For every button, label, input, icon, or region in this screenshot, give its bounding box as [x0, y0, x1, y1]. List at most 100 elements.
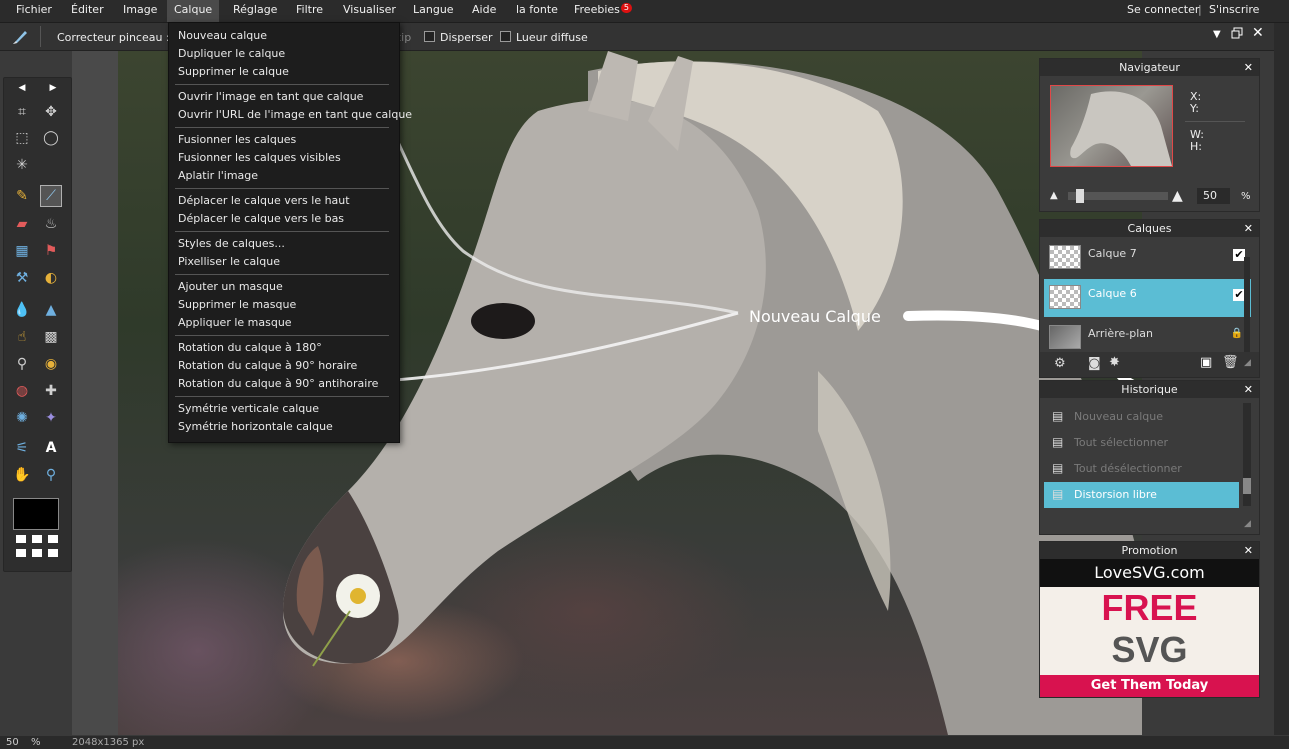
menu-aide[interactable]: Aide — [472, 3, 496, 16]
menu-calque[interactable]: Calque — [167, 0, 220, 22]
history-item-selected[interactable]: ▤ Distorsion libre — [1044, 482, 1239, 508]
menu-fichier[interactable]: Fichier — [16, 3, 52, 16]
menu-item-appliquer-masque[interactable]: Appliquer le masque — [178, 316, 292, 329]
history-item[interactable]: ▤ Tout désélectionner — [1044, 456, 1239, 482]
menu-image[interactable]: Image — [123, 3, 157, 16]
type-icon[interactable]: A — [41, 438, 61, 458]
menu-item-ouvrir-url[interactable]: Ouvrir l'URL de l'image en tant que calq… — [178, 108, 412, 121]
paint-bucket-icon[interactable]: ♨ — [41, 214, 61, 234]
window-scrollbar[interactable] — [1274, 23, 1289, 735]
pencil-icon[interactable]: ✎ — [12, 186, 32, 206]
login-link[interactable]: Se connecter — [1127, 3, 1199, 16]
menu-visualiser[interactable]: Visualiser — [343, 3, 396, 16]
menu-reglage[interactable]: Réglage — [233, 3, 277, 16]
menu-item-fusionner[interactable]: Fusionner les calques — [178, 133, 296, 146]
crop-icon[interactable]: ⌗ — [12, 102, 32, 122]
menu-item-symetrie-verticale[interactable]: Symétrie verticale calque — [178, 402, 319, 415]
blur-icon[interactable]: 💧 — [12, 300, 32, 320]
color-picker-icon[interactable]: ⚟ — [12, 438, 32, 458]
new-layer-icon[interactable]: ▣ — [1200, 355, 1212, 370]
restore-window-icon[interactable] — [1231, 27, 1243, 39]
history-scrollbar[interactable] — [1243, 403, 1251, 506]
spot-heal-icon[interactable]: ✚ — [41, 381, 61, 401]
menu-item-ouvrir-image[interactable]: Ouvrir l'image en tant que calque — [178, 90, 363, 103]
delete-layer-icon[interactable]: 🗑 — [1222, 355, 1239, 370]
smudge-icon[interactable]: ☝ — [12, 327, 32, 347]
toolbox-expand-right-icon[interactable]: ▶ — [43, 78, 63, 98]
promo-banner[interactable]: FREE SVG — [1040, 587, 1259, 675]
menu-item-deplacer-haut[interactable]: Déplacer le calque vers le haut — [178, 194, 350, 207]
menu-la-fonte[interactable]: la fonte — [516, 3, 558, 16]
menu-item-symetrie-horizontale[interactable]: Symétrie horizontale calque — [178, 420, 333, 433]
menu-editer[interactable]: Éditer — [71, 3, 104, 16]
layer-row[interactable]: Calque 7 ✔ — [1044, 239, 1251, 277]
menu-item-fusionner-visibles[interactable]: Fusionner les calques visibles — [178, 151, 341, 164]
menu-filtre[interactable]: Filtre — [296, 3, 323, 16]
menu-item-rotation-180[interactable]: Rotation du calque à 180° — [178, 341, 322, 354]
sharpen-icon[interactable]: ▲ — [41, 300, 61, 320]
chevron-down-icon[interactable]: ▼ — [1213, 29, 1221, 40]
move-icon[interactable]: ✥ — [41, 102, 61, 122]
close-icon[interactable]: ✕ — [1244, 381, 1253, 398]
menu-item-supprimer-masque[interactable]: Supprimer le masque — [178, 298, 296, 311]
signup-link[interactable]: S'inscrire — [1209, 3, 1259, 16]
navigator-thumbnail[interactable] — [1050, 85, 1173, 167]
swap-colors-icon[interactable] — [16, 535, 62, 563]
brush-icon[interactable]: ⟋ — [40, 185, 62, 207]
menu-item-ajouter-masque[interactable]: Ajouter un masque — [178, 280, 283, 293]
close-icon[interactable]: ✕ — [1244, 542, 1253, 559]
resize-handle-icon[interactable]: ◢ — [1244, 519, 1251, 529]
resize-handle-icon[interactable]: ◢ — [1244, 358, 1251, 368]
toolbox-collapse-left-icon[interactable]: ◀ — [12, 78, 32, 98]
red-eye-icon[interactable]: ◍ — [12, 381, 32, 401]
scatter-checkbox[interactable] — [424, 31, 435, 42]
menu-item-rotation-90-antihoraire[interactable]: Rotation du calque à 90° antihoraire — [178, 377, 378, 390]
marquee-icon[interactable]: ⬚ — [12, 128, 32, 148]
history-item[interactable]: ▤ Tout sélectionner — [1044, 430, 1239, 456]
menu-item-deplacer-bas[interactable]: Déplacer le calque vers le bas — [178, 212, 344, 225]
menu-langue[interactable]: Langue — [413, 3, 454, 16]
menu-item-supprimer[interactable]: Supprimer le calque — [178, 65, 289, 78]
bloat-icon[interactable]: ✺ — [12, 408, 32, 428]
menu-item-rotation-90-horaire[interactable]: Rotation du calque à 90° horaire — [178, 359, 357, 372]
zoom-out-icon[interactable]: ▲ — [1050, 190, 1058, 201]
layer-row-selected[interactable]: Calque 6 ✔ — [1044, 279, 1251, 317]
menu-item-pixelliser[interactable]: Pixelliser le calque — [178, 255, 280, 268]
dodge-icon[interactable]: ⚲ — [12, 354, 32, 374]
burn-icon[interactable]: ◉ — [41, 354, 61, 374]
layer-settings-icon[interactable]: ⚙ — [1054, 356, 1066, 371]
foreground-color-swatch[interactable] — [13, 498, 59, 530]
glow-checkbox[interactable] — [500, 31, 511, 42]
close-icon[interactable]: ✕ — [1244, 59, 1253, 76]
status-zoom[interactable]: 50 — [6, 737, 19, 748]
promo-cta-button[interactable]: Get Them Today — [1040, 675, 1259, 697]
zoom-in-icon[interactable]: ▲ — [1172, 188, 1183, 204]
layer-mask-icon[interactable]: ◙ — [1088, 356, 1101, 371]
close-icon[interactable]: ✕ — [1252, 25, 1264, 41]
menu-item-dupliquer[interactable]: Dupliquer le calque — [178, 47, 285, 60]
menu-item-aplatir[interactable]: Aplatir l'image — [178, 169, 258, 182]
hand-icon[interactable]: ✋ — [12, 465, 32, 485]
lasso-icon[interactable]: ◯ — [41, 128, 61, 148]
history-item[interactable]: ▤ Nouveau calque — [1044, 404, 1239, 430]
color-replace-icon[interactable]: ⚒ — [12, 268, 32, 288]
zoom-slider[interactable] — [1068, 189, 1168, 203]
shape-icon[interactable]: ◐ — [41, 268, 61, 288]
layers-scrollbar[interactable] — [1244, 257, 1250, 352]
history-scrollbar-thumb[interactable] — [1243, 478, 1251, 494]
magic-wand-icon[interactable]: ✳ — [12, 155, 32, 175]
menu-freebies[interactable]: Freebies 5 — [574, 3, 632, 16]
clone-stamp-icon[interactable]: ⚑ — [41, 241, 61, 261]
sponge-icon[interactable]: ▩ — [41, 327, 61, 347]
zoom-icon[interactable]: ⚲ — [41, 465, 61, 485]
zoom-slider-thumb[interactable] — [1076, 189, 1084, 203]
menu-item-styles[interactable]: Styles de calques... — [178, 237, 285, 250]
eraser-icon[interactable]: ▰ — [12, 214, 32, 234]
menu-item-nouveau-calque[interactable]: Nouveau calque — [178, 29, 267, 42]
layer-style-icon[interactable]: ✸ — [1109, 355, 1120, 370]
close-icon[interactable]: ✕ — [1244, 220, 1253, 237]
zoom-input[interactable]: 50 — [1197, 188, 1230, 204]
pinch-icon[interactable]: ✦ — [41, 408, 61, 428]
gradient-icon[interactable]: ▦ — [12, 241, 32, 261]
promo-brand[interactable]: LoveSVG.com — [1040, 559, 1259, 587]
